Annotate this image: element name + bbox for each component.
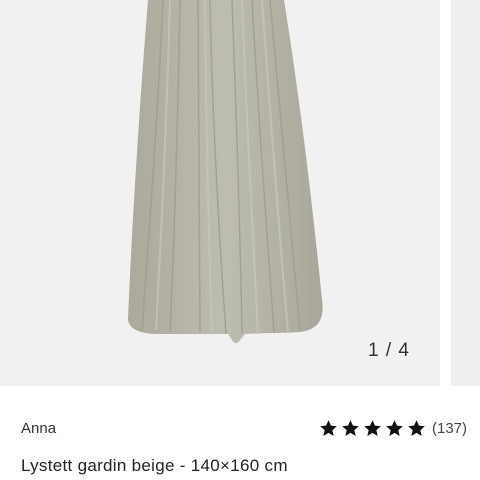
product-image-gallery[interactable]: 1 / 4 bbox=[0, 0, 480, 386]
star-icon bbox=[320, 420, 337, 436]
product-title: Lystett gardin beige - 140×160 cm bbox=[21, 456, 288, 475]
image-counter: 1 / 4 bbox=[368, 340, 410, 361]
rating-count: (137) bbox=[432, 420, 468, 437]
next-image-peek[interactable] bbox=[451, 0, 480, 386]
product-brand[interactable]: Anna bbox=[21, 420, 56, 437]
star-icon bbox=[386, 420, 403, 436]
product-rating[interactable]: (137) bbox=[319, 419, 467, 438]
star-icon bbox=[408, 420, 425, 436]
product-image-curtain bbox=[128, 0, 323, 343]
rating-stars bbox=[319, 419, 426, 438]
star-icon bbox=[364, 420, 381, 436]
star-icon bbox=[342, 420, 359, 436]
product-image-slide[interactable]: 1 / 4 bbox=[0, 0, 440, 386]
slide-gap bbox=[440, 0, 451, 386]
